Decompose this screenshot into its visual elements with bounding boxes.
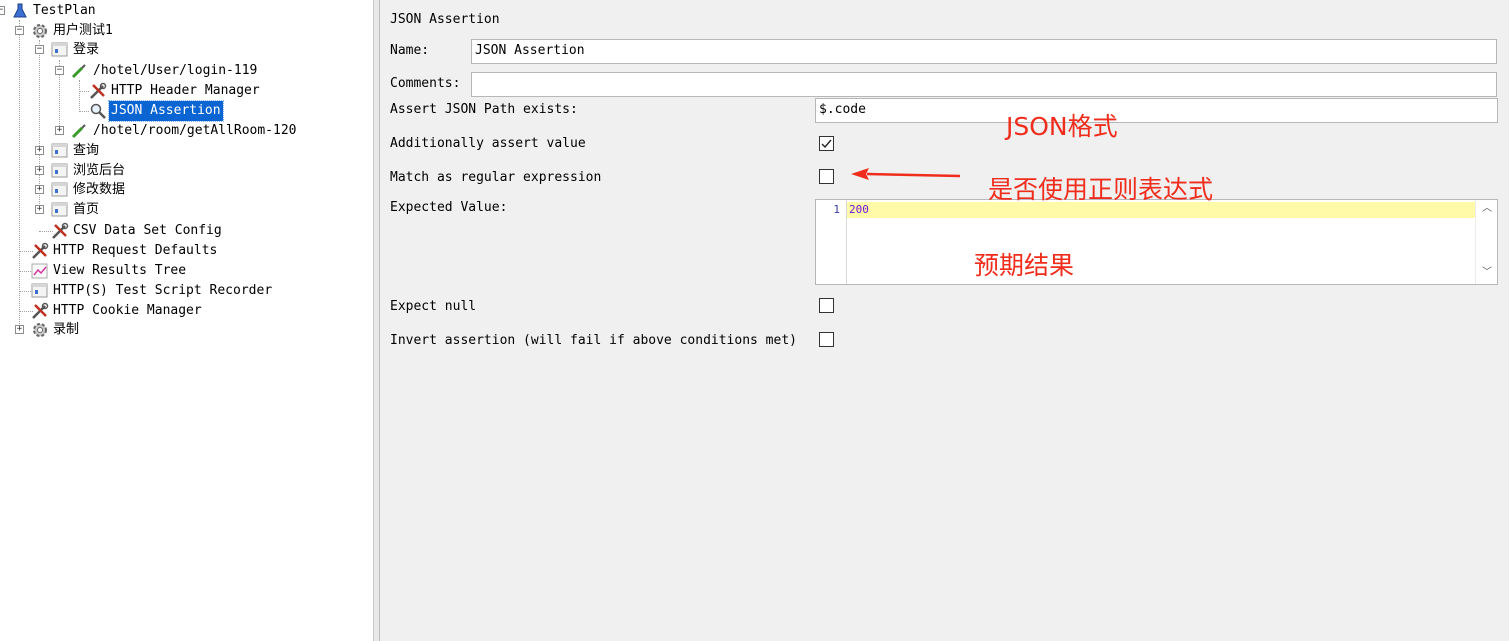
pipette-icon [70,122,88,140]
wrench-icon [51,222,69,240]
chart-icon [31,262,49,280]
tree-item-label: 用户测试1 [53,23,113,38]
tree-item-label: HTTP(S) Test Script Recorder [53,283,273,298]
name-field[interactable]: JSON Assertion [471,39,1497,64]
gear-icon [31,321,49,339]
expected-value-editor[interactable]: 1 200 ︿ ﹀ [815,199,1498,285]
expand-toggle[interactable]: + [35,166,44,175]
invert-assertion-checkbox[interactable] [819,332,834,347]
additionally-assert-label: Additionally assert value [390,136,586,151]
expected-value-text: 200 [849,203,869,216]
name-label: Name: [390,43,430,58]
tree-item-label: CSV Data Set Config [73,223,222,238]
magnifier-icon [89,102,107,120]
tree-item-label: JSON Assertion [108,100,224,122]
line-number-gutter: 1 [816,200,847,284]
invert-assertion-label: Invert assertion (will fail if above con… [390,333,797,348]
checkmark-icon [821,139,832,149]
tree-item-label: 录制 [53,322,80,337]
red-arrow-icon [851,168,961,180]
expand-toggle[interactable]: + [55,126,64,135]
match-regex-label: Match as regular expression [390,170,602,185]
expect-null-checkbox[interactable] [819,298,834,313]
annotation-use-regex: 是否使用正则表达式 [988,175,1214,204]
tree-item-label: /hotel/User/login-119 [93,63,258,78]
annotation-json-format: JSON格式 [1006,112,1118,141]
scroll-up-icon[interactable]: ︿ [1482,204,1492,214]
additionally-assert-checkbox[interactable] [819,136,834,151]
collapse-toggle[interactable]: − [35,45,44,54]
tree-item-label: HTTP Cookie Manager [53,303,202,318]
json-path-label: Assert JSON Path exists: [390,102,578,117]
tree-item-label: /hotel/room/getAllRoom-120 [93,123,297,138]
wrench-icon [31,302,49,320]
gear-icon [31,22,49,40]
tree-item-label: TestPlan [33,3,96,18]
json-assertion-panel: JSON Assertion Name: JSON Assertion Comm… [380,0,1509,641]
expand-toggle[interactable]: + [35,205,44,214]
match-regex-checkbox[interactable] [819,169,834,184]
expected-value-label: Expected Value: [390,200,508,215]
tree-connector [19,20,20,332]
tree-item-label: 首页 [73,202,100,217]
tree-item-label: 登录 [73,42,100,57]
expand-toggle[interactable]: + [35,185,44,194]
flask-icon [11,2,29,20]
tree-item-label: 查询 [73,143,100,158]
editor-scrollbar[interactable]: ︿ ﹀ [1475,200,1497,284]
tree-item-label: 浏览后台 [73,163,126,178]
controller-icon [31,282,49,300]
collapse-toggle[interactable]: − [15,26,24,35]
controller-icon [51,41,69,59]
panel-splitter[interactable] [373,0,380,641]
panel-title: JSON Assertion [390,12,500,27]
line-number: 1 [833,203,840,216]
scroll-down-icon[interactable]: ﹀ [1482,268,1492,278]
controller-icon [51,142,69,160]
tree-connector [79,111,89,112]
comments-field[interactable] [471,72,1497,97]
tree-item-label: HTTP Request Defaults [53,243,218,258]
collapse-toggle[interactable]: − [55,66,64,75]
comments-label: Comments: [390,76,461,91]
tree-item-label: View Results Tree [53,263,187,278]
controller-icon [51,181,69,199]
tree-connector [79,80,80,112]
wrench-icon [89,82,107,100]
expand-toggle[interactable]: + [35,146,44,155]
expect-null-label: Expect null [390,299,477,314]
controller-icon [51,201,69,219]
wrench-icon [31,242,49,260]
tree-connector [79,91,89,92]
json-path-field[interactable]: $.code [815,98,1498,123]
tree-item-label: 修改数据 [73,182,126,197]
expand-toggle[interactable]: + [15,325,24,334]
controller-icon [51,162,69,180]
tree-item-label: HTTP Header Manager [111,83,260,98]
test-plan-tree[interactable]: − TestPlan − 用户测试1 − 登录 − /hotel/User/lo… [0,0,373,641]
annotation-expected-result: 预期结果 [974,251,1075,280]
pipette-icon [70,62,88,80]
collapse-toggle[interactable]: − [0,6,5,15]
